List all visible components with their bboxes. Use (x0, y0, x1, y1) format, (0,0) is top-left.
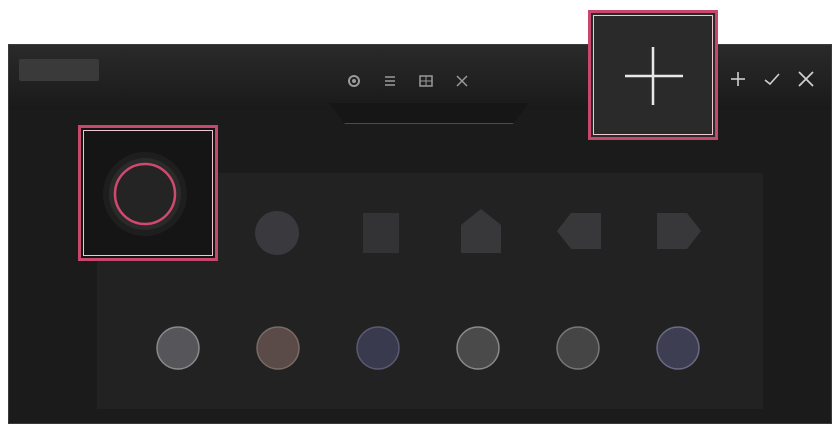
close-icon[interactable] (453, 72, 471, 90)
app-logo (19, 59, 99, 81)
toolbar (345, 69, 471, 93)
color-swatch-1[interactable] (155, 325, 201, 376)
window-controls (727, 65, 817, 93)
sliders-icon[interactable] (381, 72, 399, 90)
selected-shape-tile[interactable] (78, 125, 218, 261)
plus-icon (625, 47, 683, 105)
color-swatch-6[interactable] (655, 325, 701, 376)
close-window-icon[interactable] (795, 68, 817, 90)
color-swatch-3[interactable] (355, 325, 401, 376)
shape-arrow-right[interactable] (657, 213, 701, 254)
add-icon[interactable] (727, 68, 749, 90)
shape-circle[interactable] (253, 209, 301, 262)
add-button[interactable] (588, 10, 718, 140)
color-swatch-4[interactable] (455, 325, 501, 376)
color-swatch-2[interactable] (255, 325, 301, 376)
check-icon[interactable] (761, 68, 783, 90)
color-swatch-5[interactable] (555, 325, 601, 376)
shape-square[interactable] (363, 213, 399, 258)
grid-icon[interactable] (417, 72, 435, 90)
toolbar-notch (329, 103, 529, 124)
shape-pentagon[interactable] (461, 209, 501, 258)
gear-icon[interactable] (345, 72, 363, 90)
record-ring-icon (103, 152, 187, 236)
shape-arrow-left[interactable] (557, 213, 601, 254)
